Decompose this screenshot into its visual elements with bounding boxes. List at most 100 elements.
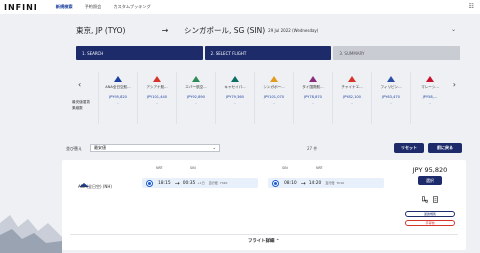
progress-steps: 1. SEARCH 2. SELECT FLIGHT 3. SUMMARY xyxy=(76,46,461,60)
arrival-time: 00:35 xyxy=(182,180,196,186)
airline-column-price[interactable]: JPY92,890 xyxy=(177,95,215,99)
airline-column[interactable]: キャセイパ... JPY79,360 - xyxy=(215,72,254,124)
reset-button[interactable]: リセット xyxy=(394,143,424,153)
departure-time: 08:10 xyxy=(284,180,297,186)
inbound-leg: SIN NRT 08:10 → 14:20 直行便 7h10 xyxy=(268,166,384,194)
step-select-flight[interactable]: 2. SELECT FLIGHT xyxy=(204,46,332,60)
ana-logo-icon xyxy=(99,73,137,84)
leg-destination-code: NRT xyxy=(316,166,323,170)
divider xyxy=(70,234,458,235)
airline-column-stops: - xyxy=(429,101,431,105)
back-button[interactable]: 前に戻る xyxy=(428,143,462,153)
arrival-time: 14:20 xyxy=(308,180,322,186)
top-bar: INFINI 新規検索 予約照会 カスタムブッキング ☷ xyxy=(0,0,480,14)
airline-column[interactable]: ANA全日空航... JPY95,820 - xyxy=(98,72,137,124)
document-icon[interactable] xyxy=(432,188,439,207)
origin-city: 東京, JP (TYO) xyxy=(76,25,126,35)
step-search[interactable]: 1. SEARCH xyxy=(76,46,203,60)
airline-column-price[interactable]: JPY79,360 xyxy=(216,95,254,99)
baggage-button[interactable]: 手荷物 xyxy=(405,220,455,226)
airline-column[interactable]: チャイナエ... JPY82,100 - xyxy=(332,72,371,124)
arrow-right-icon: → xyxy=(174,179,180,187)
chevron-down-icon[interactable]: ⌄ xyxy=(451,26,456,33)
airline-column-price[interactable]: JPY78,870 xyxy=(294,95,332,99)
airline-column-price[interactable]: JPY82,100 xyxy=(333,95,371,99)
airline-column-name: チャイナエ... xyxy=(341,85,363,89)
arrow-right-icon: → xyxy=(161,25,169,35)
airline-column-name: アシアナ航... xyxy=(146,85,168,89)
airline-column[interactable]: フィリピン... JPY63,470 - xyxy=(371,72,410,124)
airline-column[interactable]: マレーシ... JPY58,... - xyxy=(410,72,449,124)
airline-column-stops: - xyxy=(195,101,197,105)
destination-city: シンガポール, SG (SIN) xyxy=(184,25,266,35)
airline-column-stops: - xyxy=(312,101,314,105)
step-summary: 3. SUMMARY xyxy=(333,46,461,60)
result-count: 27 件 xyxy=(307,146,318,151)
airline-column-price[interactable]: JPY101,070 xyxy=(255,95,293,99)
flight-duration: 7h10 xyxy=(336,181,344,185)
airline-name: ANA(全日空) (NH) xyxy=(78,184,112,189)
leg-origin-code: SIN xyxy=(282,166,288,170)
airline-column[interactable]: アシアナ航... JPY101,440 - xyxy=(137,72,176,124)
flight-details-toggle[interactable]: フライト詳細 ⌃ xyxy=(248,238,280,244)
sort-label: 並び替え xyxy=(66,146,82,151)
price-panel: JPY 95,820 選択 運賃規則 手荷物 xyxy=(404,166,456,226)
stops-label: 直行便 xyxy=(208,181,218,185)
user-menu-icon[interactable]: ☷ xyxy=(469,3,474,10)
chevron-up-icon: ⌃ xyxy=(275,239,280,244)
airline-column-price[interactable]: JPY58,... xyxy=(411,95,449,99)
singapore-logo-icon xyxy=(255,73,293,84)
route-summary: 東京, JP (TYO) → シンガポール, SG (SIN) 29 Jul 2… xyxy=(76,18,464,42)
airline-column-stops: - xyxy=(117,101,119,105)
airline-column-price[interactable]: JPY63,470 xyxy=(372,95,410,99)
flight-details-label: フライト詳細 xyxy=(248,239,275,244)
philippine-logo-icon xyxy=(372,73,410,84)
sort-selected-value: 最安値 xyxy=(94,145,106,150)
airline-column-stops: - xyxy=(390,101,392,105)
app-logo[interactable]: INFINI xyxy=(4,3,38,12)
fare-rules-button[interactable]: 運賃規則 xyxy=(405,211,455,217)
malaysia-logo-icon xyxy=(411,73,449,84)
airline-column-name: キャセイパ... xyxy=(224,85,246,89)
nav-custom-booking[interactable]: カスタムブッキング xyxy=(113,4,150,10)
airline-column-stops: - xyxy=(273,101,275,105)
seat-icon[interactable] xyxy=(421,188,428,207)
departure-time: 18:15 xyxy=(158,180,171,186)
matrix-row-labels: 最安値運賃 乗継数 xyxy=(72,99,90,111)
select-button[interactable]: 選択 xyxy=(418,176,442,185)
airline-column-name: エバー航空... xyxy=(185,85,207,89)
next-day-badge: +1日 xyxy=(197,181,205,185)
filter-bar: 並び替え 最安値 ⌄ 27 件 リセット 前に戻る xyxy=(62,143,466,155)
airline-column-price[interactable]: JPY95,820 xyxy=(99,95,137,99)
eva-logo-icon xyxy=(177,73,215,84)
airline-column[interactable]: タイ国際航... JPY78,870 - xyxy=(293,72,332,124)
total-price: JPY 95,820 xyxy=(412,166,448,174)
airline-matrix: ‹ 最安値運賃 乗継数 ANA全日空航... JPY95,820 - アシアナ航...… xyxy=(72,68,460,126)
carousel-next-icon[interactable]: › xyxy=(453,80,456,89)
main-nav: 新規検索 予約照会 カスタムブッキング xyxy=(56,4,151,10)
airline-column-stops: - xyxy=(234,101,236,105)
airline-column[interactable]: エバー航空... JPY92,890 - xyxy=(176,72,215,124)
cathay-logo-icon xyxy=(216,73,254,84)
airline-column[interactable]: シンガポー... JPY101,070 - xyxy=(254,72,293,124)
carousel-prev-icon[interactable]: ‹ xyxy=(78,80,81,89)
airline-columns: ANA全日空航... JPY95,820- アシアナ航... JPY101,440- エ… xyxy=(98,72,449,124)
airline-column-name: フィリピン... xyxy=(380,85,402,89)
nav-reservations[interactable]: 予約照会 xyxy=(85,4,102,10)
radio-selected-icon[interactable] xyxy=(273,180,278,186)
airline-column-name: シンガポー... xyxy=(263,85,285,89)
inbound-option[interactable]: 08:10 → 14:20 直行便 7h10 xyxy=(268,178,384,188)
leg-origin-code: NRT xyxy=(156,166,163,170)
sort-select[interactable]: 最安値 ⌄ xyxy=(90,144,220,152)
flight-duration: 7h20 xyxy=(219,181,228,185)
arrow-right-icon: → xyxy=(300,179,306,187)
outbound-option[interactable]: 18:15 → 00:35 +1日 直行便 7h20 xyxy=(142,178,258,188)
radio-selected-icon[interactable] xyxy=(147,180,152,186)
airline-column-price[interactable]: JPY101,440 xyxy=(138,95,176,99)
travel-date: 29 Jul 2022 (Wednesday) xyxy=(268,27,319,33)
outbound-leg: NRT SIN 18:15 → 00:35 +1日 直行便 7h20 xyxy=(142,166,258,194)
airline-column-name: ANA全日空航... xyxy=(105,85,131,89)
price-icons xyxy=(404,188,456,207)
nav-new-search[interactable]: 新規検索 xyxy=(56,4,73,10)
flight-result-card: ANA(全日空) (NH) NRT SIN 18:15 → 00:35 +1日 … xyxy=(62,160,466,250)
